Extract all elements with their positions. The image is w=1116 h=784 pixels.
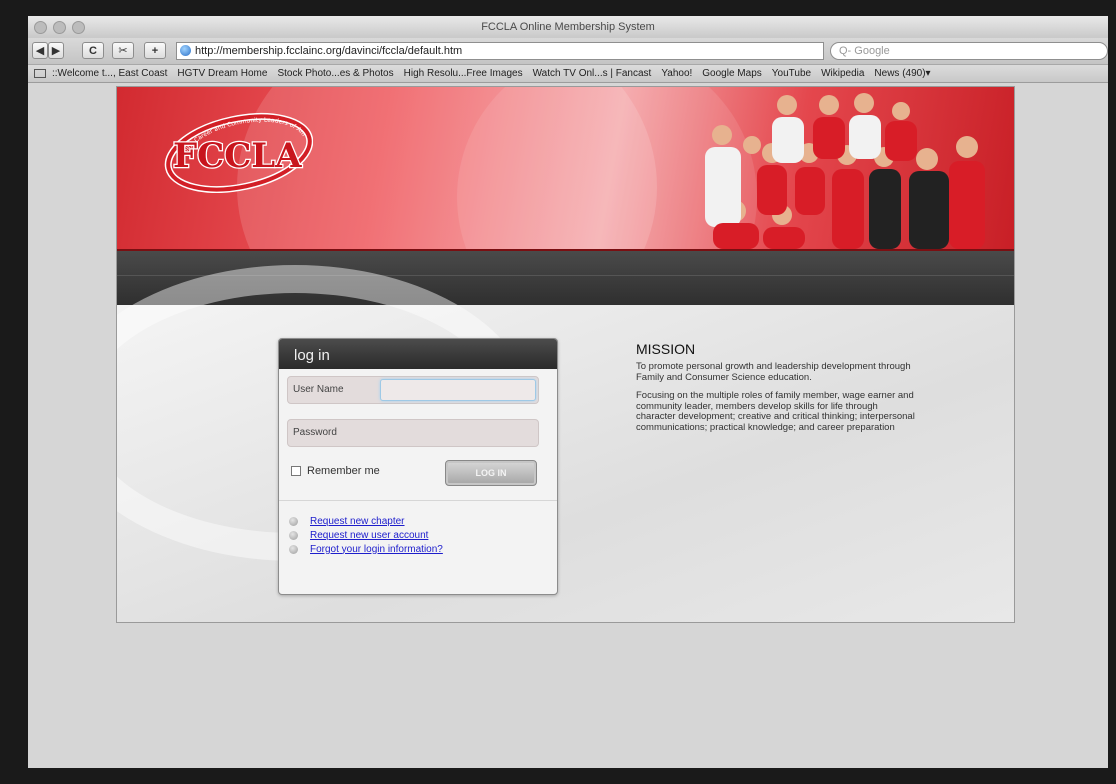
- password-input[interactable]: [380, 422, 536, 444]
- bookmark-item[interactable]: Wikipedia: [821, 68, 864, 79]
- bullet-icon: [289, 530, 298, 540]
- back-button[interactable]: ◀: [32, 42, 48, 59]
- address-bar[interactable]: http://membership.fcclainc.org/davinci/f…: [176, 42, 824, 60]
- bookmark-item[interactable]: ::Welcome t..., East Coast: [52, 68, 167, 79]
- logo-text: FCCLA: [173, 136, 302, 176]
- window-controls: [34, 21, 85, 34]
- password-label: Password: [293, 427, 337, 438]
- remember-me[interactable]: Remember me: [291, 465, 380, 477]
- add-bookmark-button[interactable]: +: [144, 42, 166, 59]
- bookmark-item[interactable]: Google Maps: [702, 68, 761, 79]
- remember-label: Remember me: [307, 465, 380, 477]
- mission-paragraph: Focusing on the multiple roles of family…: [636, 390, 915, 433]
- bookmark-item[interactable]: High Resolu...Free Images: [404, 68, 523, 79]
- forgot-login-link[interactable]: Forgot your login information?: [310, 544, 443, 555]
- book-icon[interactable]: [34, 69, 46, 78]
- username-input[interactable]: [380, 379, 536, 401]
- browser-window: FCCLA Online Membership System ◀ ▶ C ✂ +…: [28, 16, 1108, 768]
- request-chapter-link[interactable]: Request new chapter: [310, 516, 405, 527]
- login-heading: log in: [279, 339, 557, 369]
- username-row: User Name: [287, 376, 539, 404]
- bookmarks-bar: ::Welcome t..., East Coast HGTV Dream Ho…: [28, 65, 1108, 83]
- bookmark-item[interactable]: HGTV Dream Home: [177, 68, 267, 79]
- bookmark-item[interactable]: Yahoo!: [661, 68, 692, 79]
- bookmark-item[interactable]: Watch TV Onl...s | Fancast: [533, 68, 652, 79]
- students-photo: [705, 93, 985, 249]
- link-row: Request new chapter: [289, 514, 443, 528]
- close-window-button[interactable]: [34, 21, 47, 34]
- url-text: http://membership.fcclainc.org/davinci/f…: [195, 45, 463, 57]
- main-content: log in User Name Password Remember me LO…: [117, 265, 1014, 622]
- mission-paragraph: To promote personal growth and leadershi…: [636, 361, 911, 383]
- browser-toolbar: ◀ ▶ C ✂ + http://membership.fcclainc.org…: [28, 38, 1108, 65]
- bullet-icon: [289, 544, 298, 554]
- zoom-window-button[interactable]: [72, 21, 85, 34]
- remember-checkbox[interactable]: [291, 466, 301, 476]
- fccla-logo[interactable]: Family, Career and Community Leaders of …: [163, 109, 313, 193]
- login-panel: log in User Name Password Remember me LO…: [278, 338, 558, 595]
- bookmark-item[interactable]: News (490)▾: [874, 68, 930, 79]
- web-page: Family, Career and Community Leaders of …: [116, 86, 1015, 623]
- help-links: Request new chapter Request new user acc…: [289, 514, 443, 556]
- login-button[interactable]: LOG IN: [445, 460, 537, 486]
- title-bar: FCCLA Online Membership System: [28, 16, 1108, 38]
- reload-button[interactable]: C: [82, 42, 104, 59]
- link-row: Forgot your login information?: [289, 542, 443, 556]
- forward-button[interactable]: ▶: [48, 42, 64, 59]
- header-banner: Family, Career and Community Leaders of …: [117, 87, 1014, 249]
- minimize-window-button[interactable]: [53, 21, 66, 34]
- username-label: User Name: [293, 384, 344, 395]
- globe-icon: [180, 45, 191, 56]
- link-row: Request new user account: [289, 528, 443, 542]
- mission-title: MISSION: [636, 341, 696, 357]
- bookmark-item[interactable]: Stock Photo...es & Photos: [277, 68, 393, 79]
- request-account-link[interactable]: Request new user account: [310, 530, 428, 541]
- password-row: Password: [287, 419, 539, 447]
- snip-button[interactable]: ✂: [112, 42, 134, 59]
- search-field[interactable]: Q- Google: [830, 42, 1108, 60]
- bullet-icon: [289, 516, 298, 526]
- window-title: FCCLA Online Membership System: [481, 21, 655, 33]
- mission-section: MISSION To promote personal growth and l…: [636, 341, 916, 441]
- bookmark-item[interactable]: YouTube: [772, 68, 811, 79]
